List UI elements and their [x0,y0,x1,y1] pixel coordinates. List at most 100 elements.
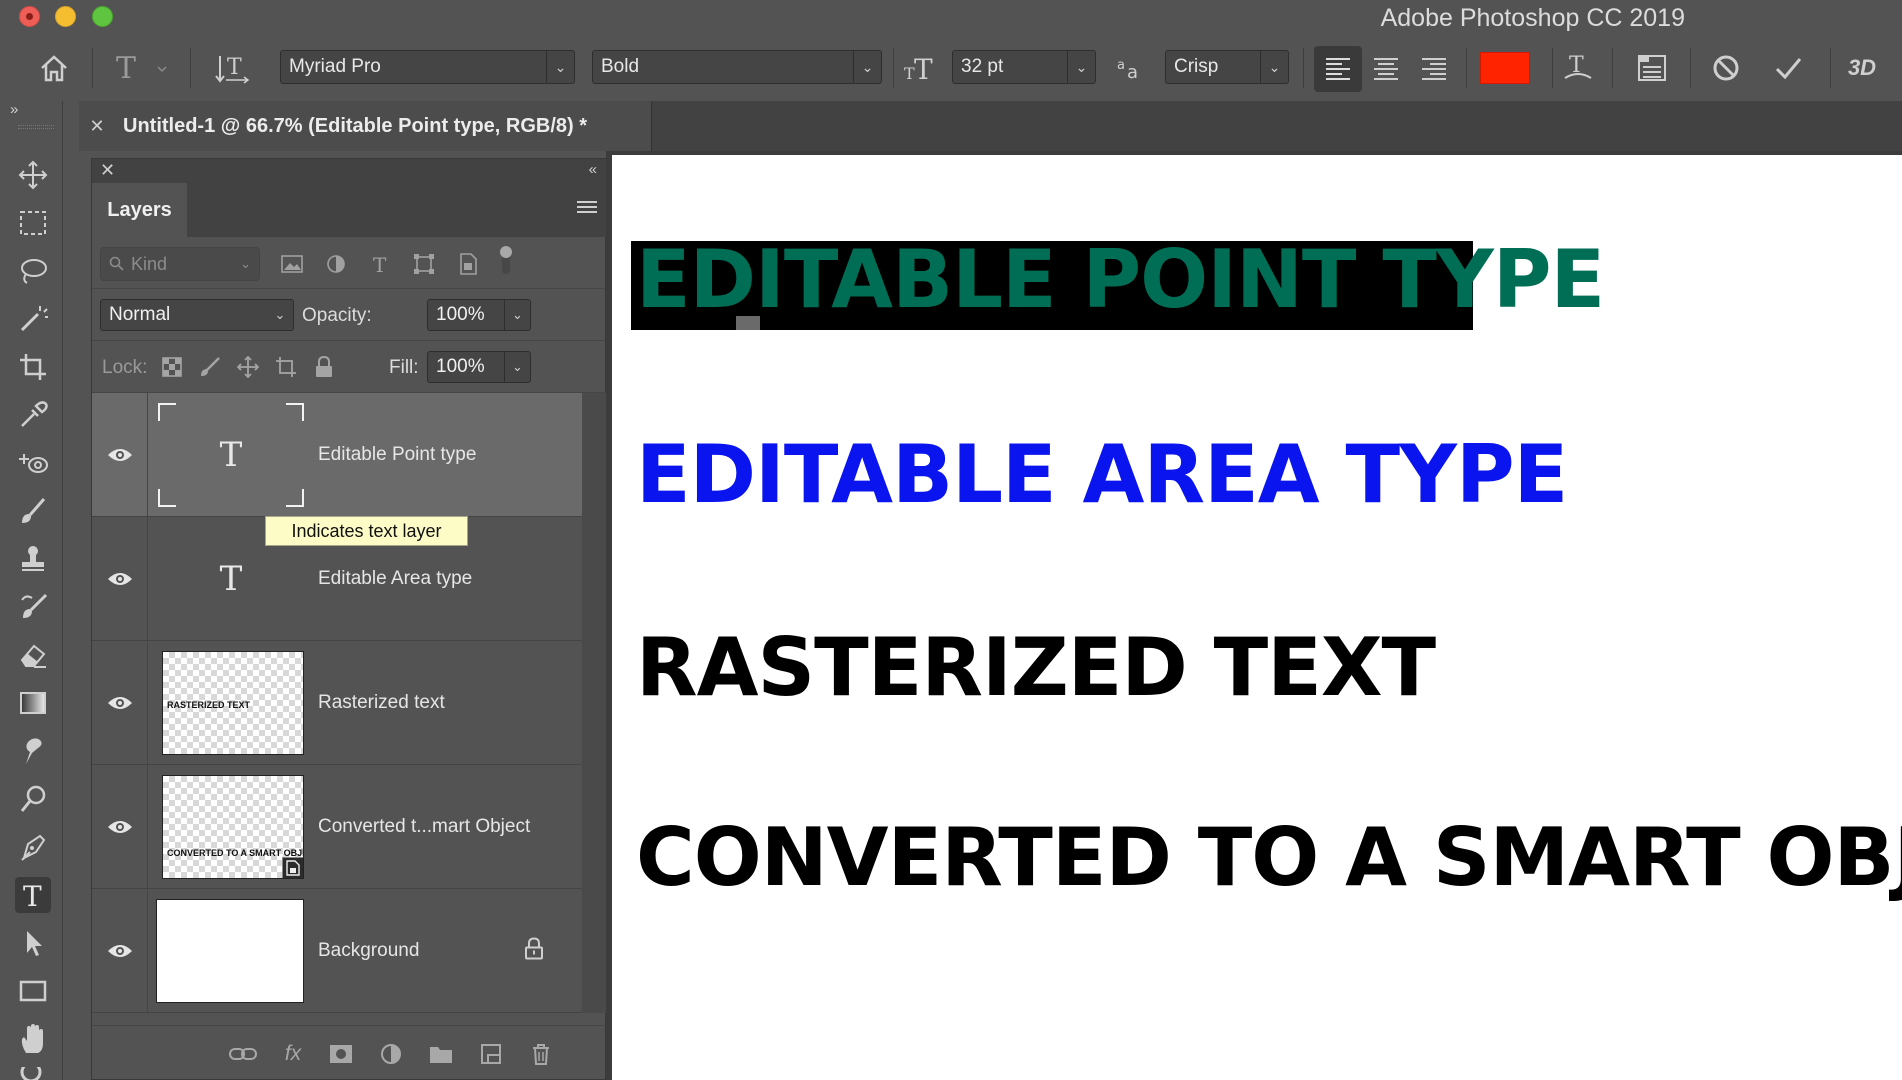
layer-name[interactable]: Background [318,940,419,962]
filter-kind-select[interactable]: Kind ⌄ [100,247,260,281]
lock-label: Lock: [102,357,148,378]
align-center-button[interactable] [1362,46,1410,92]
layer-style-fx-icon[interactable]: fx [278,1040,308,1068]
character-paragraph-panel-icon[interactable] [1632,48,1672,88]
smudge-tool-icon[interactable] [15,733,51,769]
rectangle-tool-icon[interactable] [15,973,51,1009]
layer-row[interactable]: RASTERIZED TEXT Rasterized text [92,641,582,765]
crop-tool-icon[interactable] [15,349,51,385]
panel-menu-icon[interactable] [577,201,597,217]
chevron-down-icon: ⌄ [853,51,881,83]
text-color-swatch[interactable] [1480,52,1530,84]
point-type-text[interactable]: EDITABLE POINT TYPE [636,233,1605,326]
thumbnail-text: RASTERIZED TEXT [167,700,251,710]
options-bar: T T Myriad Pro ⌄ Bold ⌄ TT 32 pt ⌄ a a C… [0,36,1902,98]
hand-tool-icon[interactable] [15,1021,51,1057]
layer-name[interactable]: Converted t...mart Object [318,816,530,838]
minimize-window-button[interactable] [55,6,76,27]
layer-row[interactable]: Background [92,889,582,1013]
font-size-select[interactable]: 32 pt ⌄ [952,50,1096,84]
lock-all-icon[interactable] [310,353,338,381]
filter-pixel-icon[interactable] [278,251,306,277]
separator [893,48,894,88]
align-right-button[interactable] [1410,46,1458,92]
layers-scrollbar[interactable] [582,393,607,1013]
close-panel-icon[interactable]: ✕ [100,160,115,181]
visibility-column [92,765,148,888]
new-layer-icon[interactable] [476,1040,506,1068]
eye-icon[interactable] [106,941,134,961]
font-style-select[interactable]: Bold ⌄ [592,50,882,84]
filter-toggle-icon[interactable] [492,246,520,274]
smart-object-text[interactable]: CONVERTED TO A SMART OBJECT [636,811,1902,904]
layer-name[interactable]: Editable Area type [318,568,472,590]
antialias-select[interactable]: Crisp ⌄ [1165,50,1289,84]
document-canvas[interactable]: EDITABLE POINT TYPE EDITABLE AREA TYPE R… [612,155,1902,1080]
filter-adjustment-icon[interactable] [322,251,350,277]
font-family-select[interactable]: Myriad Pro ⌄ [280,50,575,84]
lock-artboard-icon[interactable] [272,353,300,381]
path-selection-tool-icon[interactable] [15,925,51,961]
area-type-text[interactable]: EDITABLE AREA TYPE [636,428,1568,521]
layer-filter-row: Kind ⌄ T [92,237,607,289]
raster-layer-thumbnail: RASTERIZED TEXT [162,651,304,755]
clone-stamp-tool-icon[interactable] [15,541,51,577]
type-tool-icon[interactable]: T [15,877,51,913]
opacity-field[interactable]: 100% ⌄ [427,299,531,331]
new-adjustment-layer-icon[interactable] [376,1040,406,1068]
brush-tool-icon[interactable] [15,493,51,529]
eye-icon[interactable] [106,569,134,589]
rasterized-text[interactable]: RASTERIZED TEXT [636,621,1436,714]
collapse-panel-icon[interactable]: « [589,161,597,178]
link-layers-icon[interactable] [228,1040,258,1068]
eraser-tool-icon[interactable] [15,637,51,673]
layer-row[interactable]: T Editable Point type [92,393,582,517]
eyedropper-tool-icon[interactable] [15,397,51,433]
expand-panel-icon[interactable]: » [10,101,18,118]
svg-text:T: T [373,254,387,274]
cancel-edits-icon[interactable] [1706,48,1746,88]
layer-name[interactable]: Rasterized text [318,692,445,714]
history-brush-tool-icon[interactable] [15,589,51,625]
lock-position-icon[interactable] [234,353,262,381]
home-icon[interactable] [34,48,74,88]
fill-field[interactable]: 100% ⌄ [427,351,531,383]
layer-row[interactable]: CONVERTED TO A SMART OBJECT Converted t.… [92,765,582,889]
move-tool-icon[interactable] [15,157,51,193]
layer-name[interactable]: Editable Point type [318,444,476,466]
lasso-tool-icon[interactable] [15,253,51,289]
zoom-window-button[interactable] [92,6,113,27]
tab-layers[interactable]: Layers [92,183,187,237]
panel-grip[interactable] [18,125,54,129]
document-tab[interactable]: ✕ Untitled-1 @ 66.7% (Editable Point typ… [79,101,652,151]
title-bar: Adobe Photoshop CC 2019 T T Myriad Pro ⌄… [0,0,1902,101]
eye-icon[interactable] [106,817,134,837]
align-left-button[interactable] [1314,46,1362,92]
lock-image-pixels-icon[interactable] [196,353,224,381]
marquee-tool-icon[interactable] [15,205,51,241]
eye-icon[interactable] [106,693,134,713]
magic-wand-tool-icon[interactable] [15,301,51,337]
close-window-button[interactable] [19,6,40,27]
lock-transparent-pixels-icon[interactable] [158,353,186,381]
warp-text-icon[interactable]: T [1558,48,1598,88]
close-document-icon[interactable]: ✕ [79,116,115,137]
toggle-text-orientation-icon[interactable]: T [212,48,252,88]
zoom-tool-icon[interactable] [15,1067,51,1080]
commit-edits-icon[interactable] [1768,48,1808,88]
type-tool-preset-icon[interactable]: T [112,48,172,88]
filter-smart-object-icon[interactable] [454,251,482,277]
antialias-value: Crisp [1174,56,1219,77]
filter-shape-icon[interactable] [410,251,438,277]
delete-layer-icon[interactable] [526,1040,556,1068]
healing-brush-tool-icon[interactable] [15,445,51,481]
gradient-tool-icon[interactable] [15,685,51,721]
dodge-tool-icon[interactable] [15,781,51,817]
eye-icon[interactable] [106,445,134,465]
filter-type-icon[interactable]: T [366,251,394,277]
blend-mode-select[interactable]: Normal ⌄ [100,299,294,331]
3d-button[interactable]: 3D [1842,48,1882,88]
pen-tool-icon[interactable] [15,829,51,865]
new-group-folder-icon[interactable] [426,1040,456,1068]
add-mask-icon[interactable] [326,1040,356,1068]
